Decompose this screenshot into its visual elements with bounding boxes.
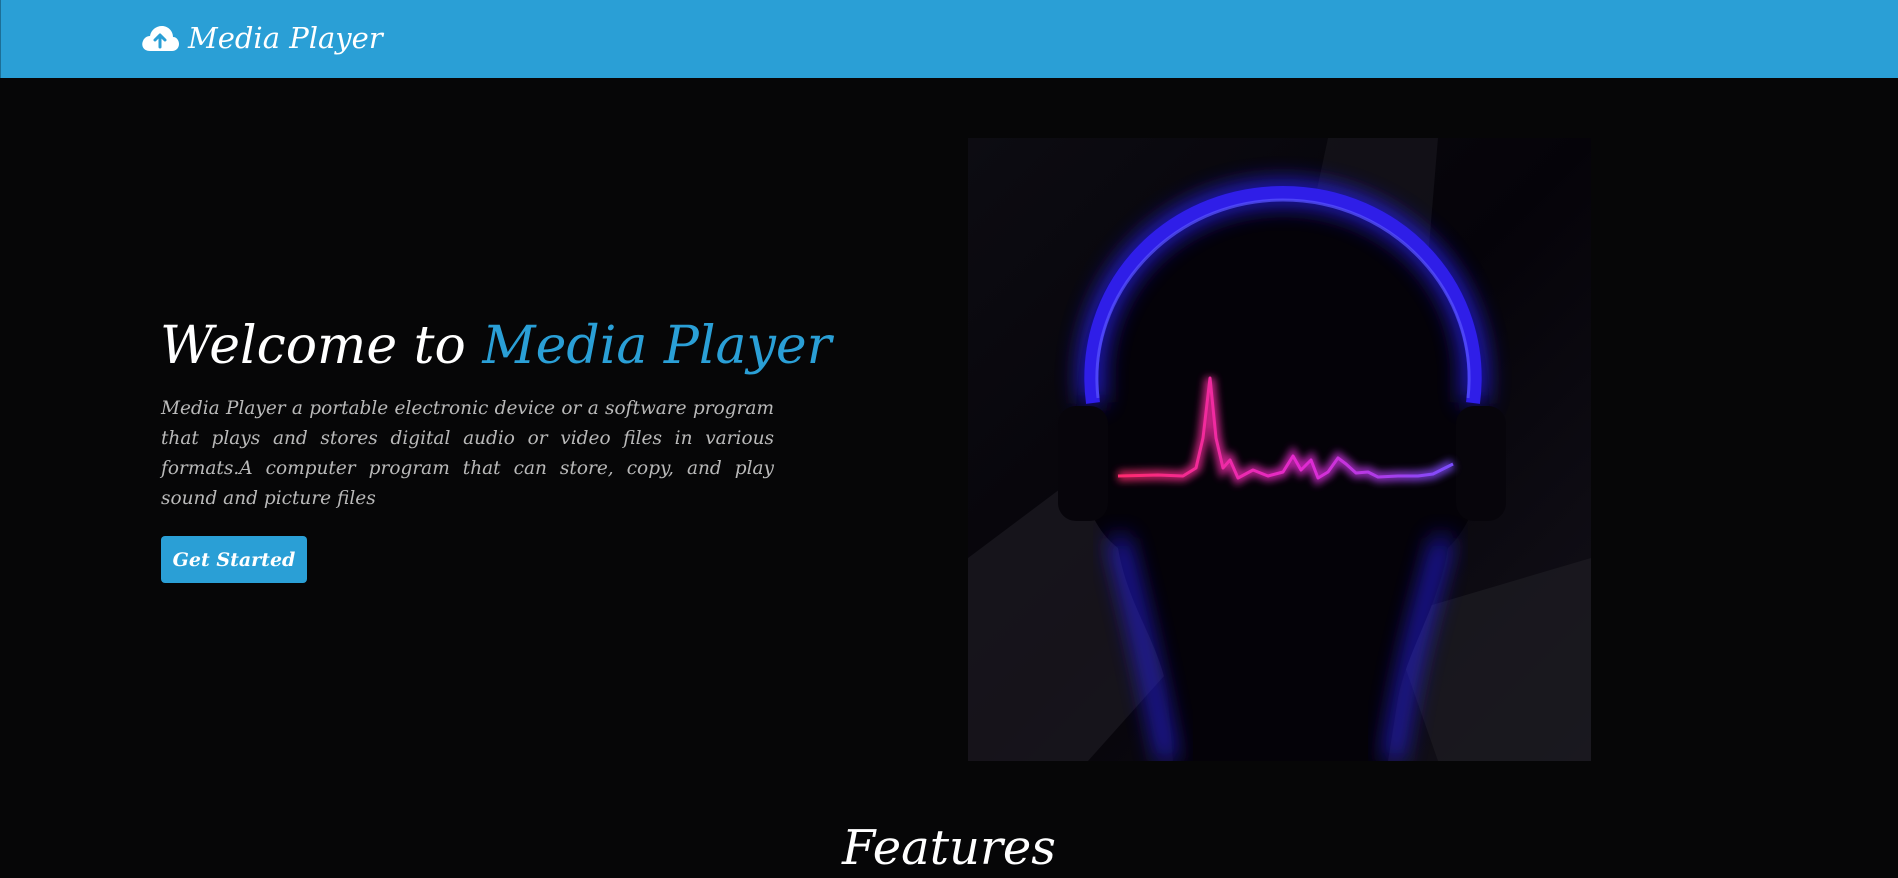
brand-label: Media Player — [188, 21, 383, 55]
hero-title: Welcome to Media Player — [160, 312, 832, 380]
cloud-upload-icon — [140, 23, 180, 53]
brand-link[interactable]: Media Player — [140, 18, 383, 58]
hero-image — [968, 138, 1591, 763]
features-heading: Features — [842, 820, 1056, 876]
hero-title-accent: Media Player — [482, 316, 832, 376]
get-started-button[interactable]: Get Started — [161, 536, 307, 583]
top-navbar: Media Player — [0, 0, 1898, 78]
hero-description: Media Player a portable electronic devic… — [161, 398, 774, 509]
hero-title-prefix: Welcome to — [160, 316, 483, 376]
